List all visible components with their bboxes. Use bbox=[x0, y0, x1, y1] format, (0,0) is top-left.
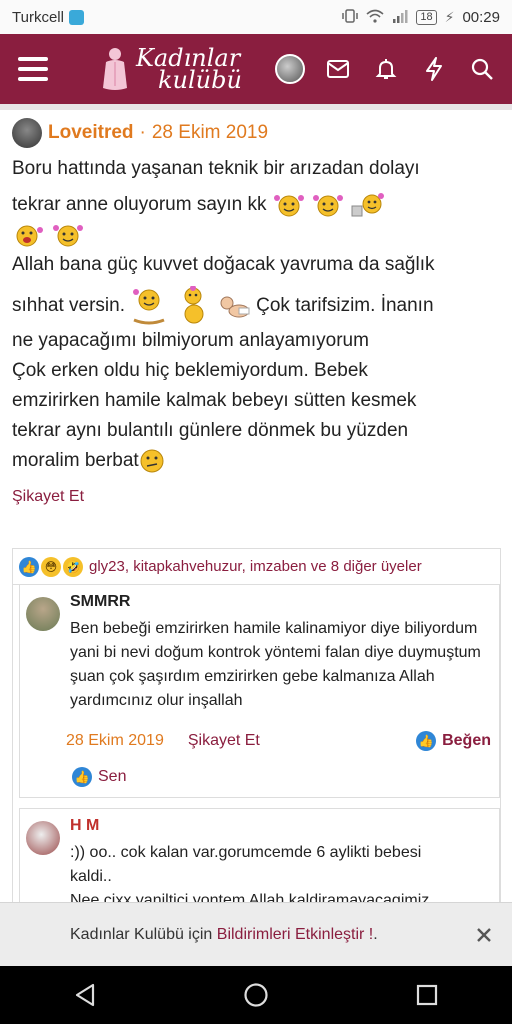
comment-thread: 👍 😳 🤣 gly23, kitapkahvehuzur, imzaben ve… bbox=[12, 548, 501, 908]
post-line: tekrar aynı bulantılı günlere dönmek bu … bbox=[12, 420, 409, 441]
pregnant-smiley-icon bbox=[184, 286, 204, 324]
whats-new-button[interactable] bbox=[412, 47, 456, 91]
like-icon: 👍 bbox=[416, 731, 437, 751]
avatar[interactable] bbox=[26, 821, 60, 855]
bolt-icon bbox=[426, 57, 442, 81]
menu-bar-3 bbox=[18, 77, 48, 81]
search-button[interactable] bbox=[460, 47, 504, 91]
back-triangle-icon bbox=[76, 983, 95, 1007]
system-nav-bar bbox=[0, 966, 512, 1024]
comment-line: :)) oo.. cok kalan var.gorumcemde 6 ayli… bbox=[70, 844, 422, 861]
avatar[interactable] bbox=[26, 597, 60, 631]
header-divider bbox=[0, 104, 512, 110]
comment-text: :)) oo.. cok kalan var.gorumcemde 6 ayli… bbox=[70, 841, 493, 907]
comment-date-link[interactable]: 28 Ekim 2019 bbox=[66, 732, 164, 750]
mail-icon bbox=[327, 60, 349, 78]
like-reaction-icon: 👍 bbox=[72, 767, 92, 787]
post-date-link[interactable]: 28 Ekim 2019 bbox=[152, 122, 268, 144]
back-button[interactable] bbox=[61, 971, 109, 1019]
status-bar: Turkcell 18 ⚡ 00:29 bbox=[0, 0, 512, 34]
site-logo[interactable]: Kadınlar kulübü bbox=[100, 46, 242, 92]
post-author-link[interactable]: Loveitred bbox=[48, 122, 134, 144]
search-icon bbox=[471, 58, 493, 80]
close-button[interactable] bbox=[472, 923, 496, 947]
comment-text: Ben bebeği emzirirken hamile kalinamiyor… bbox=[70, 620, 481, 709]
home-button[interactable] bbox=[232, 971, 280, 1019]
notification-suffix: . bbox=[373, 925, 378, 943]
wifi-icon bbox=[366, 9, 384, 26]
clock: 00:29 bbox=[462, 8, 500, 26]
reactor-name: Sen bbox=[98, 768, 127, 785]
avatar[interactable] bbox=[12, 118, 42, 148]
recents-square-icon bbox=[416, 984, 437, 1006]
carrier-label: Turkcell bbox=[12, 8, 64, 26]
rocking-horse-smiley-icon bbox=[133, 289, 165, 325]
confused-smiley-icon bbox=[140, 449, 164, 473]
clapping-smiley-icon bbox=[53, 224, 84, 247]
carrier-badge-icon bbox=[68, 9, 84, 25]
notification-text: Kadınlar Kulübü için Bildirimleri Etkinl… bbox=[70, 926, 378, 944]
post-line: sıhhat versin. bbox=[12, 295, 125, 317]
post-line: Allah bana güç kuvvet doğacak yavruma da… bbox=[12, 254, 435, 275]
close-icon bbox=[477, 927, 491, 942]
vibrate-icon bbox=[342, 8, 359, 27]
post-line: moralim berbat bbox=[12, 450, 139, 471]
comment-line: kaldi.. bbox=[70, 868, 112, 885]
like-label: Beğen bbox=[442, 732, 491, 749]
comment-author-link[interactable]: SMMRR bbox=[70, 593, 493, 611]
clapping-smiley-icon bbox=[313, 194, 344, 217]
laugh-reaction-icon: 🤣 bbox=[63, 556, 83, 577]
app-header: Kadınlar kulübü bbox=[0, 34, 512, 104]
comment-author-link[interactable]: H M bbox=[70, 817, 493, 835]
notifications-button[interactable] bbox=[364, 47, 408, 91]
main-post: Loveitred · 28 Ekim 2019 Boru hattında y… bbox=[12, 118, 500, 506]
crawling-baby-icon bbox=[220, 296, 250, 318]
bell-icon bbox=[375, 59, 397, 79]
separator-dot: · bbox=[139, 122, 146, 143]
home-circle-icon bbox=[244, 983, 268, 1007]
clapping-smiley-icon bbox=[273, 194, 304, 217]
menu-bar-1 bbox=[18, 57, 48, 61]
comment-reactors[interactable]: 👍 Sen bbox=[72, 767, 499, 787]
comment-item: SMMRR Ben bebeği emzirirken hamile kalin… bbox=[19, 585, 500, 798]
notification-prefix: Kadınlar Kulübü için bbox=[70, 925, 213, 943]
post-line: Çok tarifsizim. İnanın bbox=[256, 295, 434, 317]
reactors-list[interactable]: gly23, kitapkahvehuzur, imzaben ve 8 diğ… bbox=[89, 558, 422, 575]
report-link[interactable]: Şikayet Et bbox=[188, 732, 260, 750]
post-header: Loveitred · 28 Ekim 2019 bbox=[12, 118, 500, 148]
avatar bbox=[275, 54, 305, 84]
logo-figure-icon bbox=[103, 48, 127, 90]
enable-notifications-link[interactable]: Bildirimleri Etkinleştir ! bbox=[217, 926, 373, 943]
post-line: Çok erken oldu hiç beklemiyordum. Bebek bbox=[12, 360, 368, 381]
menu-bar-2 bbox=[18, 67, 48, 71]
post-body: Boru hattında yaşanan teknik bir arızada… bbox=[12, 154, 500, 476]
comment-item: H M :)) oo.. cok kalan var.gorumcemde 6 … bbox=[19, 808, 500, 907]
mail-button[interactable] bbox=[316, 47, 360, 91]
post-line: emzirirken hamile kalmak bebeyı sütten k… bbox=[12, 390, 417, 411]
logo-line-2: kulübü bbox=[158, 66, 242, 94]
like-button[interactable]: 👍 Beğen bbox=[416, 731, 491, 751]
shouting-smiley-icon bbox=[16, 225, 43, 247]
reactions-summary[interactable]: 👍 😳 🤣 gly23, kitapkahvehuzur, imzaben ve… bbox=[13, 549, 500, 585]
menu-button[interactable] bbox=[0, 34, 66, 104]
report-link[interactable]: Şikayet Et bbox=[12, 488, 500, 506]
profile-avatar-button[interactable] bbox=[268, 47, 312, 91]
post-line: tekrar anne oluyorum sayın kk bbox=[12, 194, 267, 215]
charging-icon: ⚡ bbox=[444, 8, 455, 25]
notification-prompt: Kadınlar Kulübü için Bildirimleri Etkinl… bbox=[0, 902, 512, 966]
signal-icon bbox=[392, 9, 408, 26]
recents-button[interactable] bbox=[403, 971, 451, 1019]
post-line: ne yapacağımı bilmiyorum anlayamıyorum bbox=[12, 330, 369, 351]
battery-indicator: 18 bbox=[416, 9, 437, 25]
like-reaction-icon: 👍 bbox=[19, 556, 39, 577]
toilet-smiley-icon bbox=[351, 192, 385, 217]
wow-reaction-icon: 😳 bbox=[41, 556, 61, 577]
post-line: Boru hattında yaşanan teknik bir arızada… bbox=[12, 158, 420, 179]
